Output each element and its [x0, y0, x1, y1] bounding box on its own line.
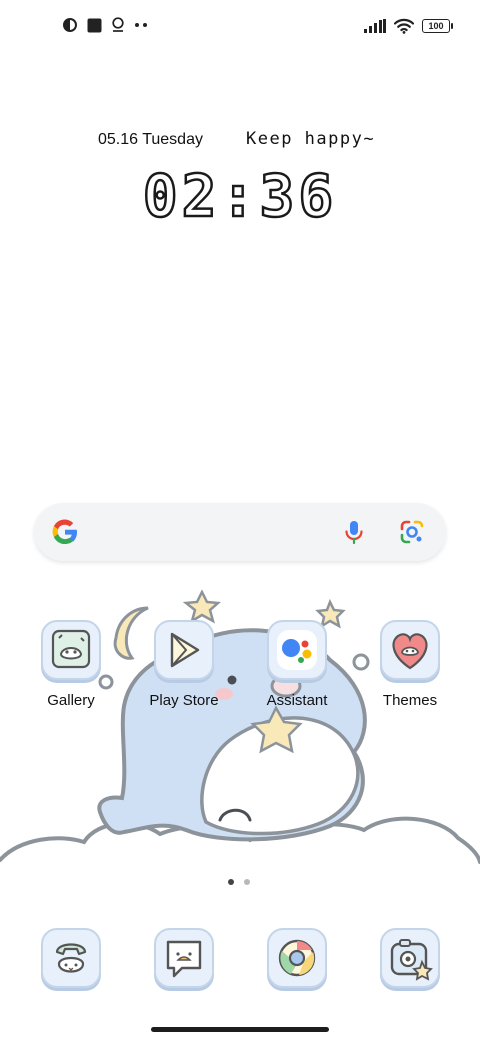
- clock-time[interactable]: 02:36: [0, 161, 480, 232]
- more-dots-icon: [135, 23, 147, 27]
- chrome-icon[interactable]: [267, 928, 327, 988]
- app-label-themes: Themes: [382, 692, 438, 709]
- location-pin-icon: [112, 17, 124, 32]
- page-dot-2[interactable]: [244, 879, 250, 885]
- camera-icon[interactable]: [380, 928, 440, 988]
- microphone-icon[interactable]: [340, 518, 368, 546]
- google-lens-icon[interactable]: [398, 518, 426, 546]
- motto-label: Keep happy~: [246, 129, 376, 149]
- page-indicator[interactable]: [228, 879, 250, 885]
- app-assistant[interactable]: Assistant: [247, 620, 347, 709]
- dock-messages[interactable]: [134, 928, 234, 988]
- page-dot-1[interactable]: [228, 879, 234, 885]
- home-screen: 100 05.16 Tuesday Keep happy~ 02:36 Gall…: [0, 0, 480, 1040]
- app-label-gallery: Gallery: [47, 692, 95, 709]
- app-play-store[interactable]: Play Store: [134, 620, 234, 709]
- status-bar: 100: [0, 0, 480, 56]
- square-icon: [87, 18, 102, 32]
- date-label[interactable]: 05.16 Tuesday: [98, 131, 203, 149]
- app-themes[interactable]: Themes: [360, 620, 460, 709]
- app-label-assistant: Assistant: [266, 692, 328, 709]
- phone-icon[interactable]: [41, 928, 101, 988]
- play-store-icon[interactable]: [154, 620, 214, 680]
- google-logo-icon[interactable]: [50, 517, 80, 547]
- battery-level: 100: [428, 21, 444, 31]
- dock-chrome[interactable]: [247, 928, 347, 988]
- google-search-bar[interactable]: [34, 503, 446, 561]
- circle-half-icon: [63, 18, 77, 32]
- messages-icon[interactable]: [154, 928, 214, 988]
- app-label-play-store: Play Store: [149, 692, 219, 709]
- battery-indicator: 100: [422, 19, 453, 33]
- gallery-icon[interactable]: [41, 620, 101, 680]
- assistant-icon[interactable]: [267, 620, 327, 680]
- dock-phone[interactable]: [21, 928, 121, 988]
- app-gallery[interactable]: Gallery: [21, 620, 121, 709]
- gesture-navigation-bar[interactable]: [151, 1027, 329, 1032]
- signal-icon: [364, 19, 386, 33]
- wifi-icon: [394, 18, 414, 34]
- dock-camera[interactable]: [360, 928, 460, 988]
- themes-heart-icon[interactable]: [380, 620, 440, 680]
